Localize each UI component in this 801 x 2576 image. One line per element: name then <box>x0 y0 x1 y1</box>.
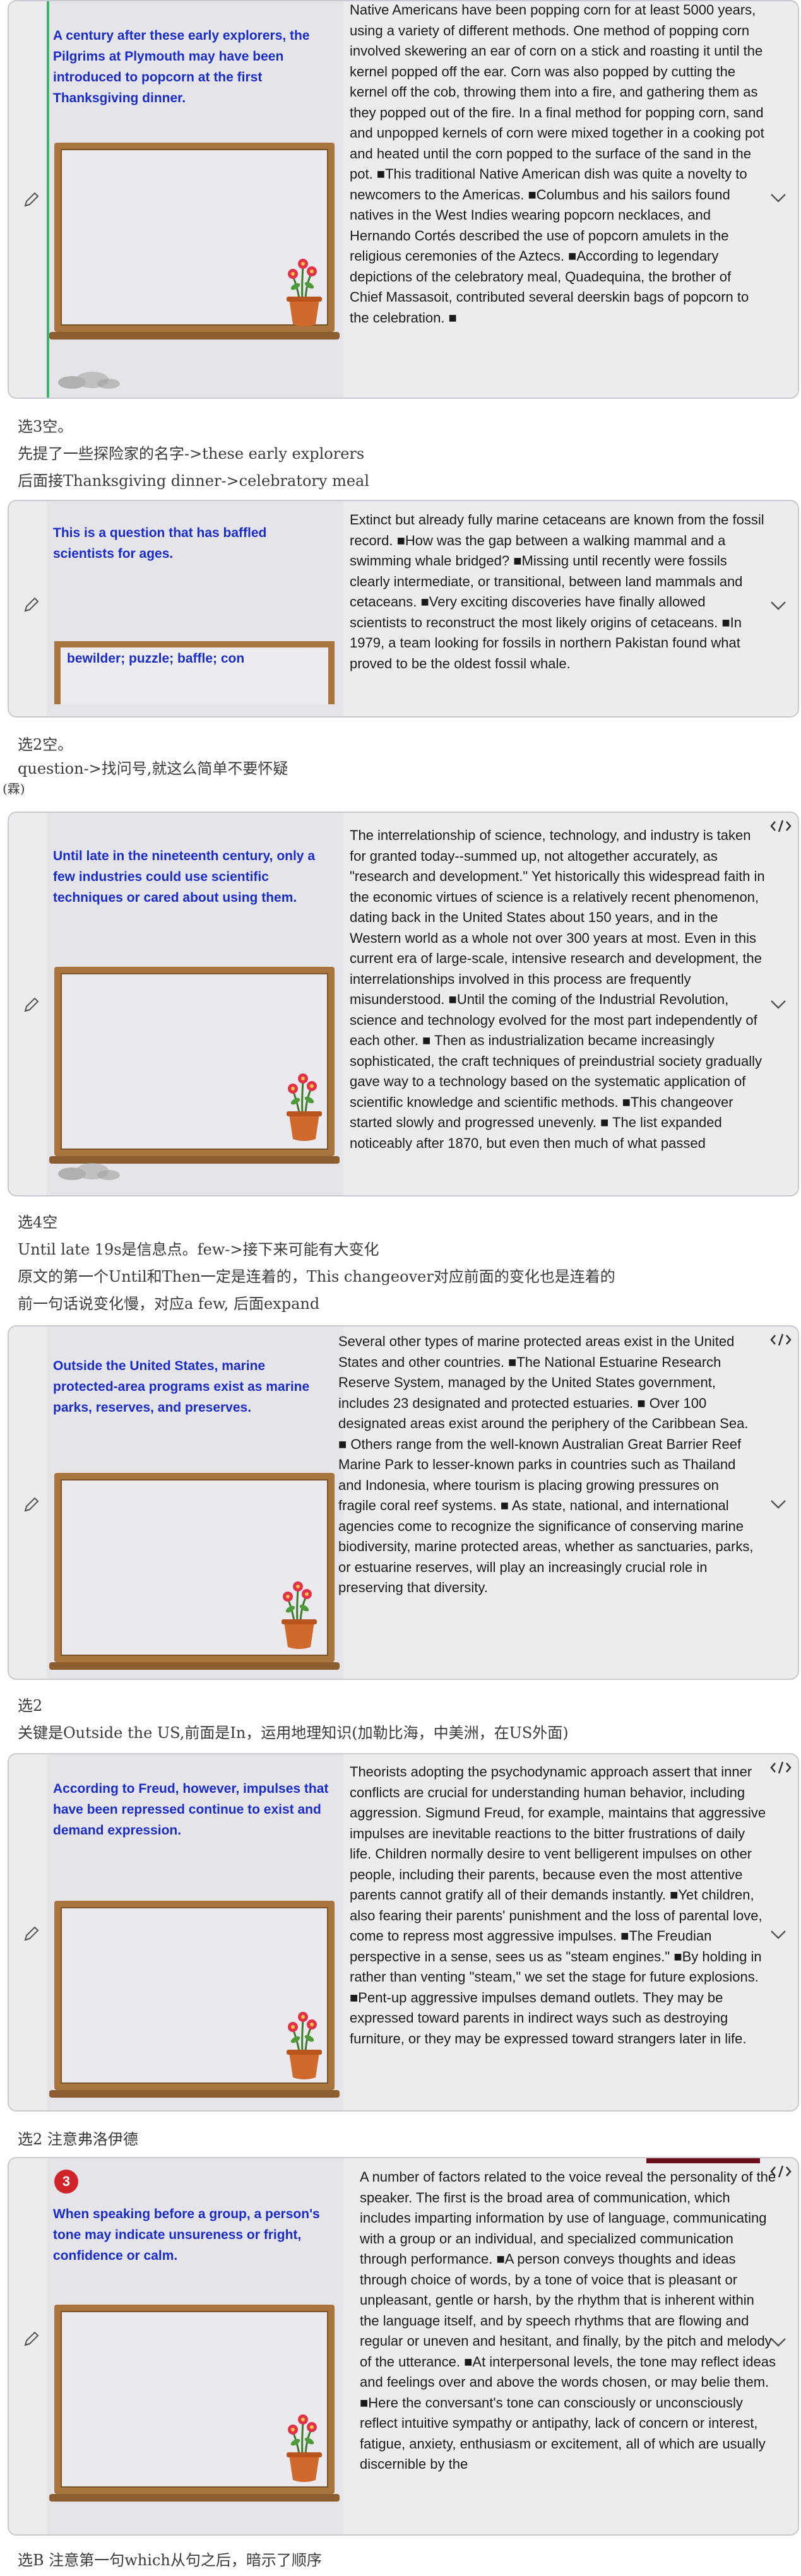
insert-sentence: Until late in the nineteenth century, on… <box>53 849 315 905</box>
code-icon[interactable] <box>770 1333 792 1347</box>
chevron-down-icon[interactable] <box>770 193 786 203</box>
insert-sentence: This is a question that has baffled scie… <box>53 526 267 561</box>
code-icon[interactable] <box>770 1761 792 1775</box>
plant-icon <box>285 2413 323 2483</box>
chevron-down-icon[interactable] <box>770 1499 786 1510</box>
note-1: 选3空。 先提了一些探险家的名字->these early explorers … <box>18 418 370 490</box>
answer-input[interactable]: bewilder; puzzle; baffle; con <box>54 641 335 704</box>
reading-passage: Native Americans have been popping corn … <box>350 2 764 326</box>
answer-text: bewilder; puzzle; baffle; con <box>67 651 245 666</box>
cloud-icon <box>58 372 120 389</box>
question-card-2: This is a question that has baffled scie… <box>8 500 799 718</box>
plant-icon <box>280 1580 318 1650</box>
cloud-icon <box>58 1163 120 1180</box>
reading-passage: Several other types of marine protected … <box>338 1333 754 1595</box>
chevron-down-icon[interactable] <box>770 1930 786 1940</box>
question-card-6: 3 When speaking before a group, a person… <box>8 2157 799 2536</box>
note-5: 选2 注意弗洛伊德 <box>18 2130 138 2148</box>
plant-icon <box>285 1072 323 1142</box>
note-2: 选2空。 question->找问号,就这么简单不要怀疑 (霖) <box>3 736 288 796</box>
note-3: 选4空 Until late 19s是信息点。few->接下来可能有大变化 原文… <box>18 1214 615 1313</box>
note-4: 选2 关键是Outside the US,前面是In，运用地理知识(加勒比海，中… <box>18 1697 569 1742</box>
question-card-5: According to Freud, however, impulses th… <box>8 1753 799 2112</box>
plant-icon <box>285 257 323 328</box>
insert-sentence: When speaking before a group, a person's… <box>53 2207 320 2263</box>
reading-passage: A number of factors related to the voice… <box>360 2169 776 2472</box>
note-6: 选B 注意第一句which从句之后，暗示了顺序 <box>18 2551 322 2569</box>
pencil-icon[interactable] <box>23 596 40 613</box>
question-card-3: Until late in the nineteenth century, on… <box>8 812 799 1196</box>
chevron-down-icon[interactable] <box>770 601 786 611</box>
insert-sentence: A century after these early explorers, t… <box>53 28 310 105</box>
code-icon[interactable] <box>770 819 792 833</box>
question-number-badge: 3 <box>54 2170 78 2194</box>
reading-passage: The interrelationship of science, techno… <box>350 827 765 1151</box>
question-card-1: A century after these early explorers, t… <box>8 0 799 399</box>
question-card-4: Outside the United States, marine protec… <box>8 1325 799 1680</box>
top-stripe <box>646 2158 760 2163</box>
insert-sentence: Outside the United States, marine protec… <box>53 1359 310 1415</box>
pencil-icon[interactable] <box>23 191 40 208</box>
reading-passage: Theorists adopting the psychodynamic app… <box>350 1764 766 2047</box>
chevron-down-icon[interactable] <box>770 2337 786 2348</box>
reading-passage: Extinct but already fully marine cetacea… <box>350 512 764 671</box>
plant-icon <box>285 2011 323 2081</box>
insert-sentence: According to Freud, however, impulses th… <box>53 1781 329 1838</box>
pencil-icon[interactable] <box>23 1496 40 1513</box>
pencil-icon[interactable] <box>23 2330 40 2348</box>
pencil-icon[interactable] <box>23 996 40 1013</box>
pencil-icon[interactable] <box>23 1925 40 1942</box>
chevron-down-icon[interactable] <box>770 1000 786 1010</box>
